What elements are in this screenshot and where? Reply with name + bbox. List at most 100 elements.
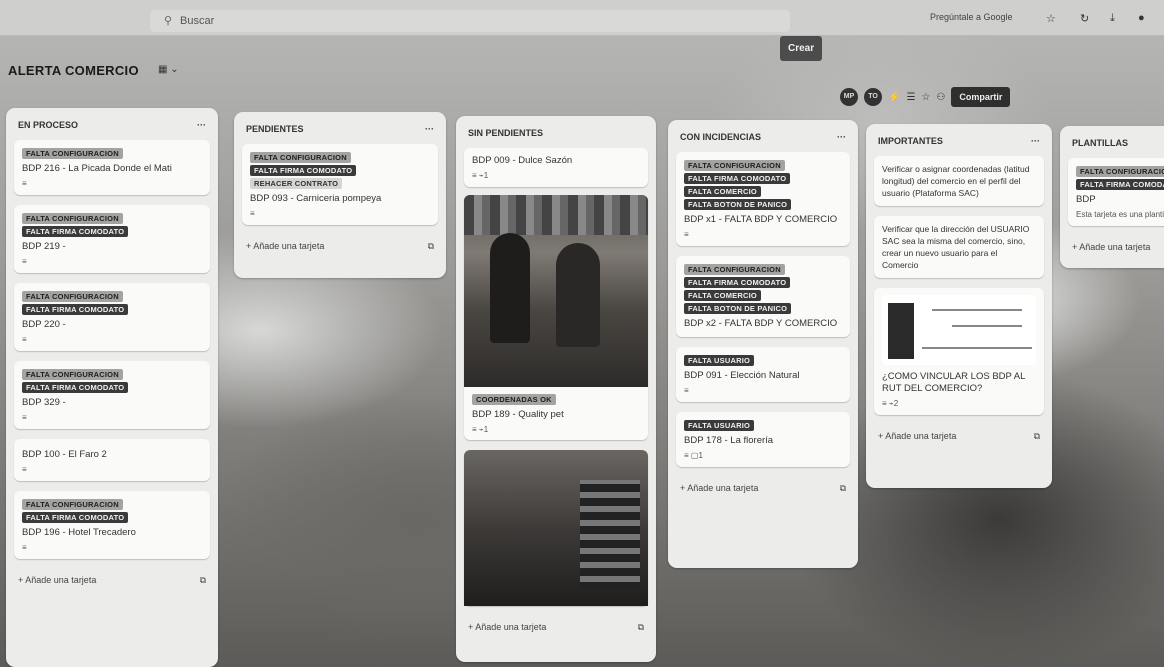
add-card-button[interactable]: + Añade una tarjeta ⧉ [14,569,210,588]
add-card-button[interactable]: + Añade una tarjeta ⧉ [676,477,850,496]
avatar[interactable]: TO [864,88,882,106]
list-item[interactable]: FALTA CONFIGURACION FALTA FIRMA COMODATO… [1068,158,1164,226]
add-card-button[interactable]: + Añade una tarjeta ⧉ [242,235,438,254]
card-title: BDP 219 - [22,241,66,252]
filter-icon[interactable]: ☰ [906,92,915,103]
list-item[interactable]: FALTA CONFIGURACION FALTA FIRMA COMODATO… [14,205,210,273]
card-cover-image [882,295,1036,365]
share-button[interactable]: Compartir [951,87,1011,107]
card-cover-image [464,195,648,387]
card-label: FALTA CONFIGURACION [1076,166,1164,177]
list-menu-icon[interactable]: ··· [197,120,206,130]
card-label: FALTA FIRMA COMODATO [250,165,357,176]
template-icon[interactable]: ⧉ [200,575,206,586]
card-title: ¿COMO VINCULAR LOS BDP AL RUT DEL COMERC… [882,371,1026,394]
card-label: FALTA FIRMA COMODATO [684,277,791,288]
list-title[interactable]: CON INCIDENCIAS [680,132,761,142]
list-header: IMPORTANTES ··· [874,132,1044,156]
list-item[interactable]: BDP 100 - El Faro 2 ≡ [14,439,210,481]
card-label: FALTA CONFIGURACION [22,148,123,159]
list-item[interactable]: FALTA USUARIO BDP 091 - Elección Natural… [676,347,850,402]
list-item[interactable]: FALTA CONFIGURACION FALTA FIRMA COMODATO… [14,361,210,429]
list-title[interactable]: SIN PENDIENTES [468,128,543,138]
description-icon: ≡ [684,230,689,239]
card-label: FALTA CONFIGURACION [250,152,351,163]
description-icon: ≡ [684,386,689,395]
list-menu-icon[interactable]: ··· [837,132,846,142]
card-meta: ≡ ▢1 [684,451,703,460]
card-title: Verificar que la dirección del USUARIO S… [882,224,1030,270]
description-icon: ≡ [22,179,27,188]
star-icon[interactable]: ☆ [1046,12,1056,25]
card-label: FALTA CONFIGURACION [22,499,123,510]
template-icon[interactable]: ⧉ [638,622,644,633]
star-icon[interactable]: ☆ [921,92,930,103]
create-button[interactable]: Crear [780,36,823,61]
members-icon[interactable]: ⚇ [936,92,945,103]
list-en-proceso: EN PROCESO ··· FALTA CONFIGURACION BDP 2… [6,108,218,667]
template-icon[interactable]: ⧉ [1034,431,1040,442]
list-item[interactable]: FALTA CONFIGURACION FALTA FIRMA COMODATO… [14,283,210,351]
card-label: COORDENADAS OK [472,394,556,405]
list-menu-icon[interactable]: ··· [425,124,434,134]
list-item[interactable] [464,450,648,606]
list-pendientes: PENDIENTES ··· FALTA CONFIGURACION FALTA… [234,112,446,278]
list-title[interactable]: IMPORTANTES [878,136,943,146]
description-icon: ≡ [22,335,27,344]
list-menu-icon[interactable]: ··· [1031,136,1040,146]
card-title: BDP 093 - Carniceria pompeya [250,193,382,204]
power-icon[interactable]: ⚡ [888,92,900,103]
profile-icon[interactable]: ● [1138,12,1145,24]
card-meta: ≡ ⌁1 [472,171,489,180]
board-view-icon[interactable]: ▦ ⌄ [158,64,179,75]
download-icon[interactable]: ⤓ [1110,12,1115,25]
add-card-button[interactable]: + Añade una tarjeta ⧉ [874,425,1044,444]
list-title[interactable]: PLANTILLAS [1072,138,1128,148]
template-badge: Esta tarjeta es una plantilla [1076,210,1164,219]
board-title[interactable]: ALERTA COMERCIO [8,63,139,78]
card-title: BDP x2 - FALTA BDP Y COMERCIO [684,318,838,329]
template-icon[interactable]: ⧉ [428,241,434,252]
card-title: BDP 216 - La Picada Donde el Mati [22,163,172,174]
list-item[interactable]: FALTA CONFIGURACION FALTA FIRMA COMODATO… [14,491,210,559]
list-con-incidencias: CON INCIDENCIAS ··· FALTA CONFIGURACION … [668,120,858,568]
search-icon: ⚲ [164,15,173,27]
ask-google-button[interactable]: Pregúntale a Google [930,12,1013,22]
card-label: FALTA CONFIGURACION [22,369,123,380]
avatar[interactable]: MP [840,88,858,106]
list-item[interactable]: FALTA CONFIGURACION FALTA FIRMA COMODATO… [676,152,850,246]
list-item[interactable]: FALTA USUARIO BDP 178 - La florería ≡ ▢1 [676,412,850,467]
template-icon[interactable]: ⧉ [840,483,846,494]
list-title[interactable]: EN PROCESO [18,120,78,130]
card-title: BDP 329 - [22,397,66,408]
list-item[interactable]: FALTA CONFIGURACION FALTA FIRMA COMODATO… [242,144,438,225]
list-item[interactable]: COORDENADAS OK BDP 189 - Quality pet ≡ ⌁… [464,195,648,440]
list-item[interactable]: BDP 009 - Dulce Sazón ≡ ⌁1 [464,148,648,187]
card-label: FALTA COMERCIO [684,290,761,301]
list-header: PENDIENTES ··· [242,120,438,144]
list-item[interactable]: Verificar o asignar coordenadas (latitud… [874,156,1044,206]
browser-topbar: ⚲ Buscar Pregúntale a Google ☆ ↻ ⤓ ● [0,0,1164,36]
list-item[interactable]: FALTA CONFIGURACION FALTA FIRMA COMODATO… [676,256,850,337]
card-title: BDP 091 - Elección Natural [684,370,800,381]
card-label: FALTA FIRMA COMODATO [22,226,129,237]
list-item[interactable]: Verificar que la dirección del USUARIO S… [874,216,1044,278]
list-title[interactable]: PENDIENTES [246,124,304,134]
add-card-button[interactable]: + Añade una tarjeta ⧉ [464,616,648,635]
card-label: FALTA COMERCIO [684,186,761,197]
card-label: FALTA FIRMA COMODATO [22,304,129,315]
description-icon: ≡ [250,209,255,218]
card-title: BDP 178 - La florería [684,435,774,446]
card-title: BDP x1 - FALTA BDP Y COMERCIO [684,214,838,225]
card-label: FALTA FIRMA COMODATO [22,512,129,523]
card-title: BDP 009 - Dulce Sazón [472,155,573,166]
add-card-button[interactable]: + Añade una tarjeta [1068,236,1164,254]
card-label: FALTA BOTON DE PANICO [684,303,792,314]
search-bar[interactable]: ⚲ Buscar [150,10,790,32]
board-actions: MP TO ⚡ ☰ ☆ ⚇ Compartir [840,86,1011,108]
list-header: SIN PENDIENTES [464,124,648,148]
refresh-icon[interactable]: ↻ [1080,12,1089,25]
card-label: FALTA FIRMA COMODATO [22,382,129,393]
list-item[interactable]: ¿COMO VINCULAR LOS BDP AL RUT DEL COMERC… [874,288,1044,415]
list-item[interactable]: FALTA CONFIGURACION BDP 216 - La Picada … [14,140,210,195]
